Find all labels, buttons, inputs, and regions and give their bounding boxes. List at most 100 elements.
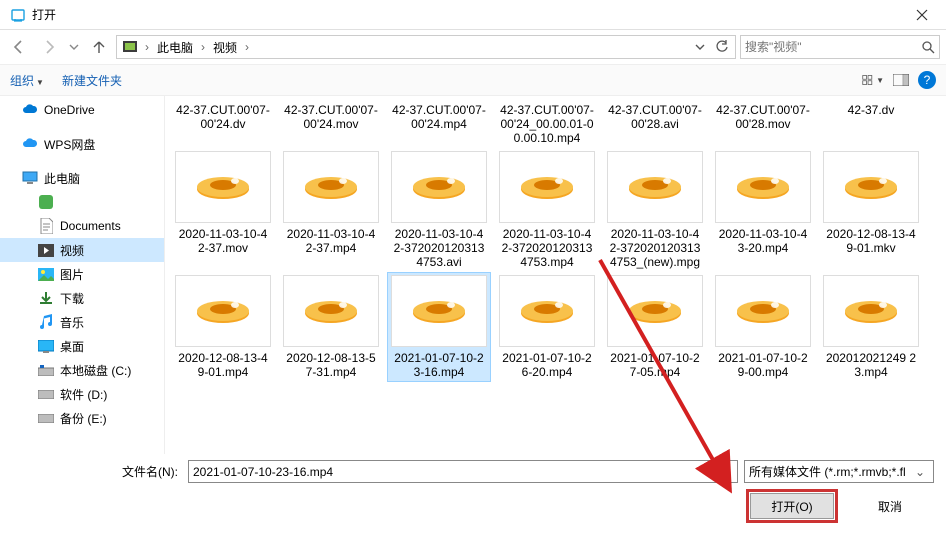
file-item[interactable]: 2020-11-03-10-42-37.mp4: [279, 148, 383, 272]
back-button[interactable]: [6, 34, 32, 60]
sidebar-item-label: 备份 (E:): [60, 410, 107, 427]
sidebar-downloads[interactable]: 下载: [0, 286, 164, 310]
file-item[interactable]: 42-37.dv: [819, 100, 923, 148]
file-name: 2020-12-08-13-49-01.mkv: [822, 227, 920, 255]
sidebar-recent-app[interactable]: [0, 190, 164, 214]
video-thumbnail-icon: [607, 151, 703, 223]
sidebar-item-label: 图片: [60, 266, 84, 283]
forward-button[interactable]: [36, 34, 62, 60]
drive-icon: [38, 362, 54, 378]
close-button[interactable]: [902, 0, 942, 30]
recent-dropdown[interactable]: [66, 34, 82, 60]
file-item[interactable]: 2020-12-08-13-57-31.mp4: [279, 272, 383, 382]
organize-menu[interactable]: 组织▼: [10, 72, 44, 89]
chevron-right-icon[interactable]: ›: [243, 40, 251, 54]
file-item[interactable]: 2020-11-03-10-42-3720201203134753.mp4: [495, 148, 599, 272]
file-item[interactable]: 202012021249 23.mp4: [819, 272, 923, 382]
video-thumbnail-icon: [283, 151, 379, 223]
search-input[interactable]: [745, 40, 921, 54]
breadcrumb-videos[interactable]: 视频: [209, 37, 241, 58]
document-icon: [38, 218, 54, 234]
chevron-right-icon[interactable]: ›: [143, 40, 151, 54]
search-icon[interactable]: [921, 40, 935, 54]
file-name: 2020-11-03-10-42-37.mov: [174, 227, 272, 255]
search-box[interactable]: [740, 35, 940, 59]
sidebar-desktop[interactable]: 桌面: [0, 334, 164, 358]
view-options-button[interactable]: ▼: [862, 69, 884, 91]
file-name: 2021-01-07-10-26-20.mp4: [498, 351, 596, 379]
filename-input[interactable]: [193, 465, 715, 479]
sidebar-wps[interactable]: WPS网盘: [0, 132, 164, 156]
file-item[interactable]: 2020-11-03-10-42-37.mov: [171, 148, 275, 272]
address-dropdown[interactable]: [689, 36, 711, 58]
file-name: 42-37.CUT.00'07-00'24_00.00.01-00.00.10.…: [498, 103, 596, 145]
cancel-button-label: 取消: [878, 498, 902, 515]
file-item[interactable]: 2020-11-03-10-43-20.mp4: [711, 148, 815, 272]
sidebar-onedrive[interactable]: OneDrive: [0, 98, 164, 122]
navigation-pane: OneDrive WPS网盘 此电脑 Documents 视频 图片 下载 音乐…: [0, 96, 165, 454]
file-name: 2021-01-07-10-23-16.mp4: [390, 351, 488, 379]
filetype-select[interactable]: 所有媒体文件 (*.rm;*.rmvb;*.fl ⌄: [744, 460, 934, 483]
file-item[interactable]: 42-37.CUT.00'07-00'24.mp4: [387, 100, 491, 148]
newfolder-button[interactable]: 新建文件夹: [62, 72, 122, 89]
file-item[interactable]: 42-37.CUT.00'07-00'24.dv: [171, 100, 275, 148]
file-name: 42-37.CUT.00'07-00'24.mov: [282, 103, 380, 131]
video-thumbnail-icon: [391, 151, 487, 223]
open-button[interactable]: 打开(O): [750, 493, 834, 519]
cancel-button[interactable]: 取消: [848, 493, 932, 519]
file-item[interactable]: 42-37.CUT.00'07-00'28.avi: [603, 100, 707, 148]
file-item[interactable]: 2020-12-08-13-49-01.mp4: [171, 272, 275, 382]
up-button[interactable]: [86, 34, 112, 60]
file-item[interactable]: 42-37.CUT.00'07-00'28.mov: [711, 100, 815, 148]
file-item[interactable]: 2020-12-08-13-49-01.mkv: [819, 148, 923, 272]
sidebar-videos[interactable]: 视频: [0, 238, 164, 262]
sidebar-music[interactable]: 音乐: [0, 310, 164, 334]
video-thumbnail-icon: [607, 275, 703, 347]
file-item[interactable]: 2021-01-07-10-26-20.mp4: [495, 272, 599, 382]
sidebar-drive-e[interactable]: 备份 (E:): [0, 406, 164, 430]
filename-dropdown[interactable]: ⌄: [715, 465, 733, 479]
sidebar-pictures[interactable]: 图片: [0, 262, 164, 286]
file-name: 2021-01-07-10-29-00.mp4: [714, 351, 812, 379]
filename-label: 文件名(N):: [12, 463, 182, 480]
file-item[interactable]: 2021-01-07-10-29-00.mp4: [711, 272, 815, 382]
video-thumbnail-icon: [715, 275, 811, 347]
file-name: 2021-01-07-10-27-05.mp4: [606, 351, 704, 379]
file-name: 202012021249 23.mp4: [822, 351, 920, 379]
filetype-label: 所有媒体文件 (*.rm;*.rmvb;*.fl: [749, 463, 911, 480]
desktop-icon: [38, 338, 54, 354]
drive-icon: [38, 410, 54, 426]
file-item[interactable]: 2020-11-03-10-42-3720201203134753.avi: [387, 148, 491, 272]
music-icon: [38, 314, 54, 330]
video-thumbnail-icon: [175, 275, 271, 347]
video-thumbnail-icon: [823, 275, 919, 347]
breadcrumb-thispc[interactable]: 此电脑: [153, 37, 197, 58]
file-name: 2020-12-08-13-57-31.mp4: [282, 351, 380, 379]
chevron-down-icon: ⌄: [911, 465, 929, 479]
file-item[interactable]: 42-37.CUT.00'07-00'24.mov: [279, 100, 383, 148]
file-item[interactable]: 2020-11-03-10-42-3720201203134753_(new).…: [603, 148, 707, 272]
monitor-icon: [22, 170, 38, 186]
sidebar-drive-d[interactable]: 软件 (D:): [0, 382, 164, 406]
file-name: 2020-11-03-10-42-3720201203134753.avi: [390, 227, 488, 269]
file-name: 2020-11-03-10-42-37.mp4: [282, 227, 380, 255]
file-name: 2020-12-08-13-49-01.mp4: [174, 351, 272, 379]
file-item[interactable]: 42-37.CUT.00'07-00'24_00.00.01-00.00.10.…: [495, 100, 599, 148]
sidebar-thispc[interactable]: 此电脑: [0, 166, 164, 190]
sidebar-item-label: 软件 (D:): [60, 386, 107, 403]
file-name: 42-37.CUT.00'07-00'24.mp4: [390, 103, 488, 131]
help-button[interactable]: ?: [918, 71, 936, 89]
refresh-button[interactable]: [711, 36, 733, 58]
chevron-right-icon[interactable]: ›: [199, 40, 207, 54]
filename-field[interactable]: ⌄: [188, 460, 738, 483]
address-bar[interactable]: › 此电脑 › 视频 ›: [116, 35, 736, 59]
sidebar-drive-c[interactable]: 本地磁盘 (C:): [0, 358, 164, 382]
video-thumbnail-icon: [499, 151, 595, 223]
file-name: 42-37.CUT.00'07-00'24.dv: [174, 103, 272, 131]
preview-pane-button[interactable]: [890, 69, 912, 91]
file-item[interactable]: 2021-01-07-10-27-05.mp4: [603, 272, 707, 382]
picture-icon: [38, 266, 54, 282]
file-list[interactable]: 42-37.CUT.00'07-00'24.dv 42-37.CUT.00'07-…: [165, 96, 946, 454]
file-item[interactable]: 2021-01-07-10-23-16.mp4: [387, 272, 491, 382]
sidebar-documents[interactable]: Documents: [0, 214, 164, 238]
